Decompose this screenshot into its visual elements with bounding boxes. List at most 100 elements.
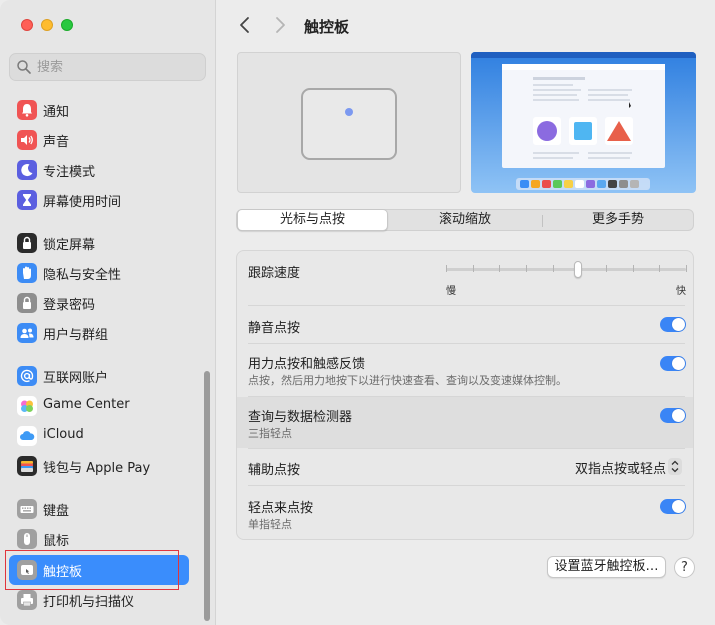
lookup-label: 查询与数据检测器 bbox=[248, 410, 353, 425]
sidebar-item-screen-time[interactable]: 屏幕使用时间 bbox=[9, 185, 189, 215]
slider-tick bbox=[659, 265, 660, 272]
force-click-description: 点按，然后用力地按下以进行快速查看、查询以及变速媒体控制。 bbox=[248, 374, 567, 387]
cloud-icon bbox=[17, 426, 37, 446]
hand-icon bbox=[17, 263, 37, 283]
trackpad-illustration bbox=[301, 88, 397, 160]
sidebar-item-login-password[interactable]: 登录密码 bbox=[9, 288, 189, 318]
wallet-icon bbox=[17, 456, 37, 476]
sidebar-item-label: 用户与群组 bbox=[43, 328, 109, 343]
secondary-click-popup[interactable]: 双指点按或轻点 bbox=[575, 458, 666, 477]
slider-tick bbox=[499, 265, 500, 272]
tab-point-click[interactable]: 光标与点按 bbox=[237, 209, 388, 231]
sidebar-item-icloud[interactable]: iCloud bbox=[9, 421, 189, 451]
sidebar-item-label: 鼠标 bbox=[43, 534, 70, 549]
silent-click-toggle[interactable] bbox=[660, 317, 686, 332]
search-field[interactable] bbox=[9, 53, 206, 81]
force-click-toggle[interactable] bbox=[660, 356, 686, 371]
tracking-speed-label: 跟踪速度 bbox=[248, 266, 301, 281]
minimize-button[interactable] bbox=[41, 19, 53, 31]
popup-up-down-arrows-icon[interactable] bbox=[668, 458, 682, 475]
at-icon bbox=[17, 366, 37, 386]
page-title: 触控板 bbox=[304, 18, 350, 36]
forward-chevron-icon[interactable] bbox=[269, 13, 291, 37]
hourglass-icon bbox=[17, 190, 37, 210]
selection-highlight-outline bbox=[5, 550, 179, 590]
sidebar-item-keyboard[interactable]: 键盘 bbox=[9, 494, 189, 524]
sidebar-item-lock-screen[interactable]: 锁定屏幕 bbox=[9, 228, 189, 258]
slider-tick bbox=[633, 265, 634, 272]
tap-to-click-row: 轻点来点按 单指轻点 bbox=[237, 486, 693, 539]
sidebar-item-privacy[interactable]: 隐私与安全性 bbox=[9, 258, 189, 288]
sidebar-item-internet-accounts[interactable]: 互联网账户 bbox=[9, 361, 189, 391]
sidebar-item-label: 通知 bbox=[43, 105, 70, 120]
tab-scroll-zoom[interactable]: 滚动缩放 bbox=[389, 210, 541, 230]
sidebar: 通知 声音 专注模式 屏幕使用时间 锁定屏幕 bbox=[0, 0, 216, 625]
zoom-button[interactable] bbox=[61, 19, 73, 31]
slider-tick bbox=[473, 265, 474, 272]
printer-icon bbox=[17, 590, 37, 610]
users-icon bbox=[17, 323, 37, 343]
padlock-icon bbox=[17, 293, 37, 313]
gesture-video-preview bbox=[471, 52, 696, 193]
main-pane: 触控板 光标与点按 滚动缩放 更多手势 跟踪速度 慢 快 静音点按 用力点按和触… bbox=[217, 0, 715, 625]
slider-tick bbox=[526, 265, 527, 272]
sidebar-item-sound[interactable]: 声音 bbox=[9, 125, 189, 155]
sidebar-item-label: 屏幕使用时间 bbox=[43, 195, 122, 210]
secondary-click-row: 辅助点按 双指点按或轻点 bbox=[237, 449, 693, 485]
secondary-click-label: 辅助点按 bbox=[248, 463, 301, 478]
tab-segmented-control: 光标与点按 滚动缩放 更多手势 bbox=[236, 209, 694, 231]
sidebar-item-label: 打印机与扫描仪 bbox=[43, 595, 135, 610]
tap-to-click-label: 轻点来点按 bbox=[248, 501, 314, 516]
slider-min-label: 慢 bbox=[446, 286, 456, 297]
tracking-speed-slider-knob[interactable] bbox=[574, 261, 582, 278]
trackpad-preview bbox=[237, 52, 461, 193]
search-icon bbox=[17, 60, 31, 74]
sidebar-item-label: 钱包与 Apple Pay bbox=[43, 461, 151, 476]
settings-panel: 跟踪速度 慢 快 静音点按 用力点按和触感反馈 点按，然后用力地按下以进行快速查… bbox=[236, 250, 694, 540]
sidebar-item-notifications[interactable]: 通知 bbox=[9, 95, 189, 125]
sidebar-item-label: 专注模式 bbox=[43, 165, 96, 180]
desktop-preview-illustration bbox=[471, 52, 696, 193]
lookup-gesture-description: 三指轻点 bbox=[248, 427, 292, 440]
tracking-speed-slider[interactable] bbox=[446, 268, 686, 271]
speaker-icon bbox=[17, 130, 37, 150]
slider-tick bbox=[553, 265, 554, 272]
mouse-icon bbox=[17, 529, 37, 549]
tab-more-gestures[interactable]: 更多手势 bbox=[543, 210, 693, 230]
sidebar-item-label: iCloud bbox=[43, 427, 84, 442]
bell-icon bbox=[17, 100, 37, 120]
tap-to-click-toggle[interactable] bbox=[660, 499, 686, 514]
sidebar-scrollbar-thumb[interactable] bbox=[204, 371, 210, 621]
sidebar-item-label: 隐私与安全性 bbox=[43, 268, 122, 283]
sidebar-item-label: 键盘 bbox=[43, 504, 70, 519]
search-input[interactable] bbox=[37, 57, 197, 77]
slider-tick bbox=[686, 265, 687, 272]
keyboard-icon bbox=[17, 499, 37, 519]
tracking-speed-row: 跟踪速度 慢 快 bbox=[237, 251, 693, 305]
lookup-toggle[interactable] bbox=[660, 408, 686, 423]
sidebar-item-users[interactable]: 用户与群组 bbox=[9, 318, 189, 348]
help-button[interactable]: ? bbox=[674, 557, 695, 578]
slider-tick bbox=[446, 265, 447, 272]
silent-click-label: 静音点按 bbox=[248, 321, 301, 336]
sidebar-item-game-center[interactable]: Game Center bbox=[9, 391, 189, 421]
close-button[interactable] bbox=[21, 19, 33, 31]
sidebar-item-wallet[interactable]: 钱包与 Apple Pay bbox=[9, 451, 189, 481]
sidebar-item-label: Game Center bbox=[43, 397, 130, 412]
sidebar-item-label: 声音 bbox=[43, 135, 70, 150]
sidebar-item-label: 互联网账户 bbox=[43, 371, 109, 386]
game-center-icon bbox=[17, 396, 37, 416]
slider-tick bbox=[606, 265, 607, 272]
back-chevron-icon[interactable] bbox=[234, 13, 256, 37]
lock-icon bbox=[17, 233, 37, 253]
sidebar-item-focus[interactable]: 专注模式 bbox=[9, 155, 189, 185]
force-click-row: 用力点按和触感反馈 点按，然后用力地按下以进行快速查看、查询以及变速媒体控制。 bbox=[237, 344, 693, 396]
sidebar-item-label: 锁定屏幕 bbox=[43, 238, 96, 253]
settings-window: 通知 声音 专注模式 屏幕使用时间 锁定屏幕 bbox=[0, 0, 715, 625]
slider-max-label: 快 bbox=[676, 286, 686, 297]
moon-icon bbox=[17, 160, 37, 180]
force-click-label: 用力点按和触感反馈 bbox=[248, 357, 366, 372]
setup-bluetooth-trackpad-button[interactable]: 设置蓝牙触控板… bbox=[547, 556, 666, 578]
sidebar-item-label: 登录密码 bbox=[43, 298, 96, 313]
tap-to-click-description: 单指轻点 bbox=[248, 518, 292, 531]
